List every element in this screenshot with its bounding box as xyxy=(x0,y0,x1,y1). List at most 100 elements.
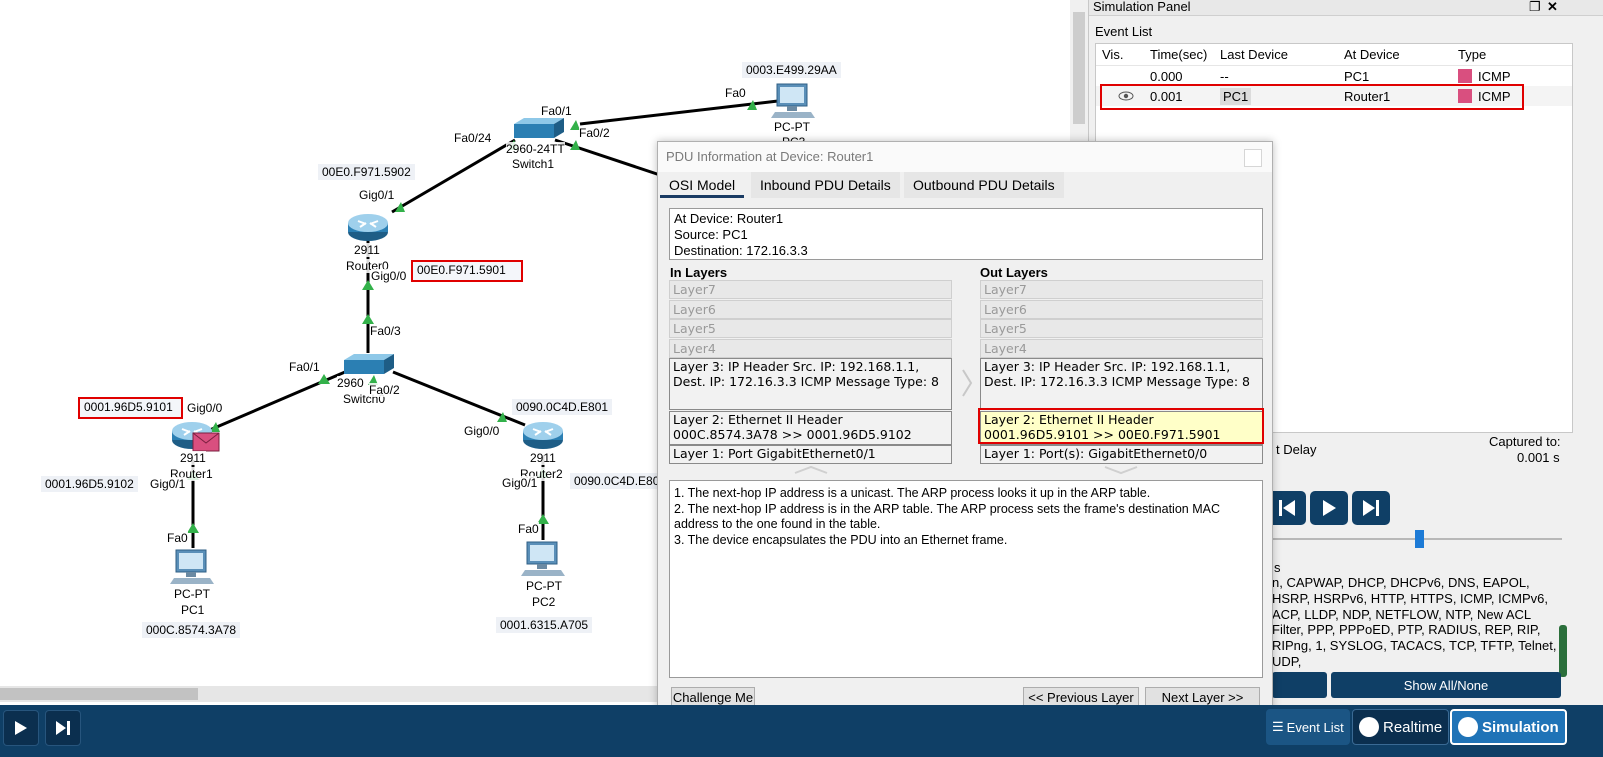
device-model-label: 2911 xyxy=(354,243,380,257)
port-label: Fa0/2 xyxy=(579,126,610,140)
in-layer-3[interactable]: Layer 3: IP Header Src. IP: 192.168.1.1,… xyxy=(669,358,952,410)
simulation-mode-button[interactable]: Simulation xyxy=(1450,709,1567,745)
port-label: Fa0 xyxy=(725,86,746,100)
arrow-right-icon xyxy=(961,368,973,401)
event-list-label: Event List xyxy=(1095,24,1153,39)
packet-tracer-window: Fa0 Fa0/1 Fa0/2 Fa0/24 2960-24TT Switch1… xyxy=(0,0,1603,757)
stopwatch-icon xyxy=(1458,717,1478,737)
column-header-time[interactable]: Time(sec) xyxy=(1144,47,1214,62)
port-label: Gig0/0 xyxy=(371,269,407,283)
in-layers-heading: In Layers xyxy=(670,265,728,280)
in-layer-6[interactable]: Layer6 xyxy=(669,299,952,319)
event-list-header: Vis. Time(sec) Last Device At Device Typ… xyxy=(1096,44,1572,66)
device-name-label: PC1 xyxy=(181,603,205,617)
port-label: Fa0/1 xyxy=(541,104,572,118)
tab-inbound-pdu-details[interactable]: Inbound PDU Details xyxy=(751,172,900,198)
step-forward-icon[interactable] xyxy=(45,710,81,746)
filter-scroll-indicator[interactable] xyxy=(1559,625,1567,677)
chevron-up-icon xyxy=(793,464,829,478)
port-label: Fa0/3 xyxy=(370,324,401,338)
list-icon: ☰ xyxy=(1272,719,1284,734)
out-layer-3[interactable]: Layer 3: IP Header Src. IP: 192.168.1.1,… xyxy=(980,358,1263,410)
in-layer-5[interactable]: Layer5 xyxy=(669,319,952,338)
out-layer-7[interactable]: Layer7 xyxy=(980,280,1263,299)
mac-label: 0001.96D5.9102 xyxy=(41,476,138,492)
layer-description-box: 1. The next-hop IP address is a unicast.… xyxy=(669,480,1263,678)
out-layer-1[interactable]: Layer 1: Port(s): GigabitEthernet0/0 xyxy=(980,445,1263,464)
captured-label: Captured to: xyxy=(1489,434,1561,449)
tab-osi-model[interactable]: OSI Model xyxy=(660,172,745,198)
dialog-tabs: OSI Model Inbound PDU Details Outbound P… xyxy=(658,172,1274,198)
mac-label: 0003.E499.29AA xyxy=(742,62,841,78)
device-model-label: 2911 xyxy=(180,451,206,465)
destination-text: Destination: 172.16.3.3 xyxy=(674,243,808,258)
port-label: Gig0/1 xyxy=(359,188,395,202)
realtime-label: Realtime xyxy=(1383,718,1443,736)
column-header-vis[interactable]: Vis. xyxy=(1096,47,1144,62)
close-icon[interactable]: ✕ xyxy=(1547,0,1558,14)
play-icon[interactable] xyxy=(3,710,39,746)
forward-step-button[interactable] xyxy=(1352,491,1390,525)
event-list-toggle[interactable]: ☰ Event List xyxy=(1266,709,1350,745)
device-name-label: PC2 xyxy=(532,595,556,609)
port-label: Fa0/1 xyxy=(289,360,320,374)
speed-slider-thumb[interactable] xyxy=(1415,530,1424,548)
out-layers-heading: Out Layers xyxy=(980,265,1048,280)
captured-value: 0.001 s xyxy=(1517,450,1560,465)
in-layers-list: Layer7 Layer6 Layer5 Layer4 Layer 3: IP … xyxy=(669,280,952,465)
in-layer-7[interactable]: Layer7 xyxy=(669,280,952,299)
chevron-down-icon xyxy=(1103,464,1139,478)
column-header-at-device[interactable]: At Device xyxy=(1338,47,1452,62)
mac-label-highlighted: 00E0.F971.5901 xyxy=(411,260,523,282)
type-color-swatch xyxy=(1458,69,1472,83)
out-layer-4[interactable]: Layer4 xyxy=(980,338,1263,358)
mac-label: 000C.8574.3A78 xyxy=(142,622,241,638)
port-label: Fa0/2 xyxy=(369,383,400,397)
port-label: Gig0/1 xyxy=(502,476,538,490)
panel-title: Simulation Panel xyxy=(1093,0,1191,14)
realtime-mode-button[interactable]: Realtime xyxy=(1352,709,1450,745)
column-header-type[interactable]: Type xyxy=(1452,47,1562,62)
mac-label: 0090.0C4D.E802 xyxy=(570,473,671,489)
show-all-none-button[interactable]: Show All/None xyxy=(1331,672,1561,698)
time-cell: 0.000 xyxy=(1150,68,1183,84)
mac-label: 00E0.F971.5902 xyxy=(318,164,415,180)
play-button[interactable] xyxy=(1310,491,1348,525)
out-layer-5[interactable]: Layer5 xyxy=(980,319,1263,338)
port-label: Fa0/24 xyxy=(454,131,492,145)
mac-label: 0090.0C4D.E801 xyxy=(512,399,613,415)
scrollbar-thumb[interactable] xyxy=(0,688,198,700)
port-label: Gig0/0 xyxy=(187,401,223,415)
close-icon[interactable] xyxy=(1244,149,1262,167)
panel-title-bar: Simulation Panel ❐ ✕ xyxy=(1089,0,1603,16)
tab-outbound-pdu-details[interactable]: Outbound PDU Details xyxy=(904,172,1064,198)
layer2-highlight-box xyxy=(978,408,1264,444)
column-header-last-device[interactable]: Last Device xyxy=(1214,47,1338,62)
mac-label-highlighted: 0001.96D5.9101 xyxy=(78,397,183,419)
source-text: Source: PC1 xyxy=(674,227,748,242)
event-row[interactable]: 0.000 -- PC1 ICMP xyxy=(1096,66,1572,86)
type-cell: ICMP xyxy=(1478,68,1511,84)
port-label: Fa0 xyxy=(518,522,539,536)
step-text: 1. The next-hop IP address is a unicast.… xyxy=(674,486,1151,500)
in-layer-2[interactable]: Layer 2: Ethernet II Header 000C.8574.3A… xyxy=(669,410,952,445)
step-text: 2. The next-hop IP address is in the ARP… xyxy=(674,501,1220,532)
in-layer-4[interactable]: Layer4 xyxy=(669,338,952,358)
restore-icon[interactable]: ❐ xyxy=(1529,0,1541,14)
in-layer-1[interactable]: Layer 1: Port GigabitEthernet0/1 xyxy=(669,445,952,464)
clock-icon xyxy=(1359,717,1379,737)
out-layer-6[interactable]: Layer6 xyxy=(980,299,1263,319)
step-text: 3. The device encapsulates the PDU into … xyxy=(674,532,1008,547)
back-step-button[interactable] xyxy=(1268,491,1306,525)
pdu-information-dialog: PDU Information at Device: Router1 OSI M… xyxy=(657,141,1273,737)
at-device-text: At Device: Router1 xyxy=(674,211,784,226)
device-model-label: 2911 xyxy=(530,451,556,465)
last-device-cell: -- xyxy=(1220,68,1229,84)
bottom-toolbar: ☰ Event List Realtime Simulation xyxy=(0,705,1603,757)
scrollbar-thumb[interactable] xyxy=(1073,12,1085,124)
edit-filters-button[interactable] xyxy=(1272,672,1327,698)
delay-label: t Delay xyxy=(1276,442,1317,457)
pdu-summary-box: At Device: Router1 Source: PC1 Destinati… xyxy=(669,208,1263,260)
simulation-label: Simulation xyxy=(1482,718,1559,736)
device-model-label: 2960 xyxy=(337,376,364,390)
